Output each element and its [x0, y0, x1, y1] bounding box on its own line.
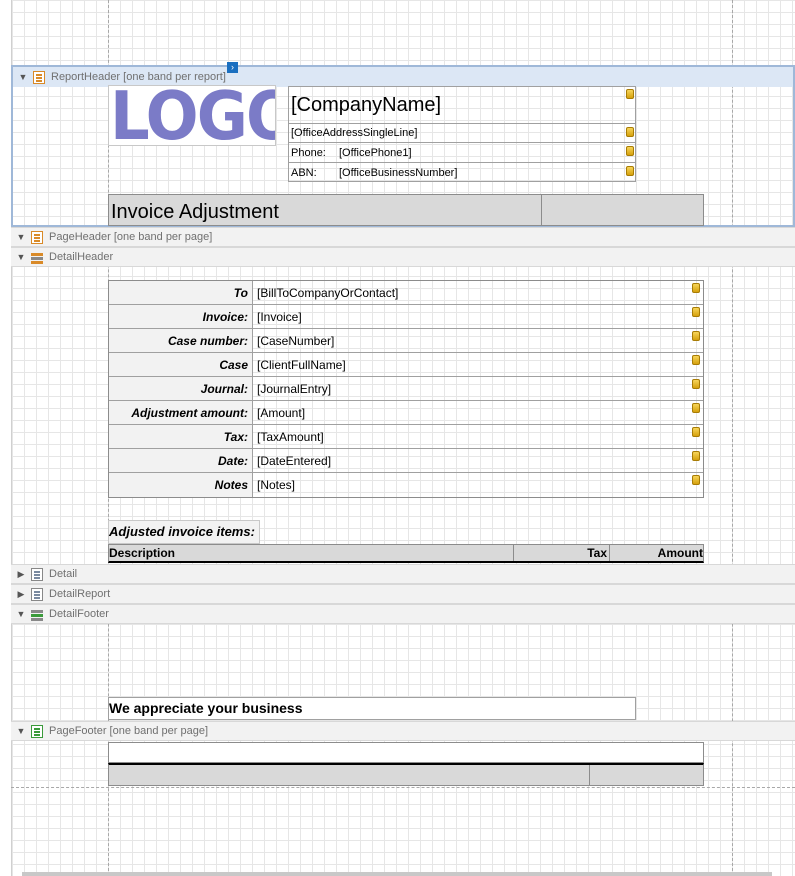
detail-row-to[interactable]: To [BillToCompanyOrContact] — [109, 281, 703, 305]
detail-footer-band-icon — [31, 608, 43, 621]
detail-value: [JournalEntry] — [257, 382, 332, 396]
invoice-details-table[interactable]: To [BillToCompanyOrContact] Invoice: [Invo… — [108, 280, 704, 498]
band-title: DetailFooter — [49, 608, 109, 620]
page-bottom-guide — [11, 787, 795, 788]
detail-label: Case — [109, 353, 253, 376]
detail-value: [TaxAmount] — [257, 430, 324, 444]
collapse-arrow-icon[interactable]: ▼ — [11, 609, 31, 619]
detail-row-journal[interactable]: Journal: [JournalEntry] — [109, 377, 703, 401]
detail-report-caption[interactable]: ▶ DetailReport — [11, 584, 795, 604]
detail-label: Adjustment amount: — [109, 401, 253, 424]
abn-field[interactable]: ABN: [OfficeBusinessNumber] — [289, 163, 635, 182]
company-name-text: [CompanyName] — [291, 93, 442, 116]
abn-label: ABN: — [291, 166, 317, 179]
collapse-arrow-icon[interactable]: ▼ — [11, 252, 31, 262]
database-field-icon — [692, 451, 700, 461]
detail-value: [ClientFullName] — [257, 358, 346, 372]
column-separator — [513, 545, 514, 561]
detail-header-band-icon — [31, 251, 43, 264]
database-field-icon — [626, 166, 634, 176]
company-info-panel[interactable]: [CompanyName] [OfficeAddressSingleLine] … — [288, 86, 636, 182]
office-address-text: [OfficeAddressSingleLine] — [291, 127, 418, 139]
detail-row-invoice[interactable]: Invoice: [Invoice] — [109, 305, 703, 329]
detail-band-icon — [31, 567, 43, 581]
band-title: PageHeader [one band per page] — [49, 231, 213, 243]
logo-text: LOGO — [110, 85, 275, 146]
database-field-icon — [626, 146, 634, 156]
page-footer-band-icon — [31, 724, 43, 738]
detail-row-notes[interactable]: Notes [Notes] — [109, 473, 703, 497]
detail-caption[interactable]: ▶ Detail — [11, 564, 795, 584]
phone-label: Phone: — [291, 146, 326, 159]
detail-value: [DateEntered] — [257, 454, 332, 468]
report-header-band-icon — [33, 70, 45, 84]
detail-value: [Amount] — [257, 406, 306, 420]
database-field-icon — [626, 127, 634, 137]
band-title: ReportHeader [one band per report] — [51, 71, 226, 83]
detail-footer-caption[interactable]: ▼ DetailFooter — [11, 604, 795, 624]
detail-label: Journal: — [109, 377, 253, 400]
report-header-caption[interactable]: ▼ ReportHeader [one band per report] — [13, 67, 793, 87]
horizontal-scrollbar[interactable] — [22, 872, 772, 876]
page-header-caption[interactable]: ▼ PageHeader [one band per page] — [11, 227, 795, 247]
detail-row-date[interactable]: Date: [DateEntered] — [109, 449, 703, 473]
detail-label: Notes — [109, 473, 253, 497]
column-amount: Amount — [657, 546, 703, 560]
database-field-icon — [692, 475, 700, 485]
abn-value: [OfficeBusinessNumber] — [339, 166, 458, 179]
page-footer-caption[interactable]: ▼ PageFooter [one band per page] — [11, 721, 795, 741]
expand-arrow-icon[interactable]: ▶ — [11, 589, 31, 600]
database-field-icon — [692, 283, 700, 293]
phone-value: [OfficePhone1] — [339, 146, 412, 159]
detail-value: [Invoice] — [257, 310, 302, 324]
detail-label: Invoice: — [109, 305, 253, 328]
detail-label: To — [109, 281, 253, 304]
smart-tag-icon[interactable]: › — [227, 62, 238, 73]
logo-image[interactable]: LOGO — [108, 85, 276, 146]
invoice-title-bar[interactable]: Invoice Adjustment — [108, 194, 704, 226]
column-separator — [609, 545, 610, 561]
footer-divider — [589, 765, 590, 785]
expand-arrow-icon[interactable]: ▶ — [11, 569, 31, 580]
database-field-icon — [692, 307, 700, 317]
phone-field[interactable]: Phone: [OfficePhone1] — [289, 143, 635, 163]
detail-report-band-icon — [31, 587, 43, 601]
band-title: PageFooter [one band per page] — [49, 725, 209, 737]
detail-label: Case number: — [109, 329, 253, 352]
office-address-field[interactable]: [OfficeAddressSingleLine] — [289, 124, 635, 143]
company-name-field[interactable]: [CompanyName] — [289, 87, 635, 124]
column-description: Description — [109, 546, 176, 560]
page-header-band-icon — [31, 230, 43, 244]
column-tax: Tax — [587, 546, 607, 560]
collapse-arrow-icon[interactable]: ▼ — [11, 726, 31, 736]
detail-row-case-number[interactable]: Case number: [CaseNumber] — [109, 329, 703, 353]
title-divider — [541, 195, 542, 225]
page-footer-field[interactable] — [108, 742, 704, 763]
collapse-arrow-icon[interactable]: ▼ — [13, 72, 33, 82]
database-field-icon — [692, 403, 700, 413]
detail-row-tax[interactable]: Tax: [TaxAmount] — [109, 425, 703, 449]
items-column-header[interactable]: Description Tax Amount — [108, 544, 704, 563]
database-field-icon — [692, 355, 700, 365]
detail-label: Date: — [109, 449, 253, 472]
detail-value: [CaseNumber] — [257, 334, 335, 348]
detail-row-adjustment-amount[interactable]: Adjustment amount: [Amount] — [109, 401, 703, 425]
invoice-title: Invoice Adjustment — [111, 201, 279, 223]
database-field-icon — [626, 89, 634, 99]
detail-label: Tax: — [109, 425, 253, 448]
detail-value: [BillToCompanyOrContact] — [257, 286, 399, 300]
appreciation-text[interactable]: We appreciate your business — [108, 697, 636, 720]
band-title: Detail — [49, 568, 78, 580]
database-field-icon — [692, 379, 700, 389]
database-field-icon — [692, 331, 700, 341]
database-field-icon — [692, 427, 700, 437]
band-title: DetailHeader — [49, 251, 114, 263]
band-title: DetailReport — [49, 588, 111, 600]
detail-value: [Notes] — [257, 478, 296, 492]
detail-header-caption[interactable]: ▼ DetailHeader — [11, 247, 795, 267]
page-footer-bar[interactable] — [108, 763, 704, 786]
adjusted-items-label[interactable]: Adjusted invoice items: — [108, 520, 260, 544]
detail-row-case[interactable]: Case [ClientFullName] — [109, 353, 703, 377]
collapse-arrow-icon[interactable]: ▼ — [11, 232, 31, 242]
